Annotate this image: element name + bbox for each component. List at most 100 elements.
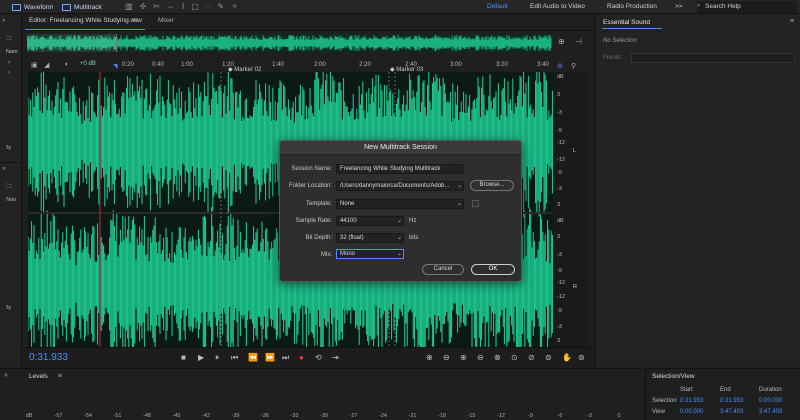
selection-end[interactable]: 0:31.933 (720, 398, 743, 404)
panel-expand-icon[interactable]: » (2, 18, 5, 24)
go-to-start-button[interactable]: ⏮ (231, 353, 238, 363)
chevron-right-icon[interactable]: › (8, 70, 10, 76)
template-checkbox[interactable] (472, 200, 479, 207)
zoom-reset-icon[interactable]: ⊛ (578, 353, 585, 362)
ruler-tick: 0:40 (152, 62, 164, 68)
levels-title[interactable]: Levels (29, 373, 48, 380)
selection-duration[interactable]: 0:00.000 (759, 398, 782, 404)
zoom-in-right-icon[interactable]: ⊜ (545, 353, 552, 362)
marquee-tool-icon[interactable]: ▢ (191, 2, 199, 11)
panel-title[interactable]: Essential Sound (603, 19, 650, 26)
brush-tool-icon[interactable]: ✎ (218, 2, 225, 11)
gain-readout[interactable]: +0 dB (80, 61, 96, 67)
preset-select[interactable] (631, 53, 795, 63)
chevron-down-icon[interactable]: ⌄ (457, 182, 462, 189)
rewind-button[interactable]: ⏪ (248, 353, 258, 362)
pause-button[interactable]: ⏸ (215, 353, 219, 363)
record-button[interactable]: ● (299, 353, 304, 362)
search-help-field[interactable]: ⌕ Search Help (697, 1, 797, 13)
session-name-field[interactable]: Freelancing While Studying Multitrack (336, 164, 464, 174)
tab-mixer[interactable]: Mixer (158, 17, 174, 24)
spectral-icon[interactable]: ▥ (125, 2, 133, 11)
waveform-mode-button[interactable]: Waveform (12, 2, 53, 12)
folder-icon[interactable]: 🗀 (6, 34, 12, 44)
panel-action-icon[interactable]: ⇆ (6, 304, 11, 311)
template-select[interactable]: None (336, 199, 464, 209)
ruler-tick: 2:00 (314, 62, 326, 68)
time-selection-tool-icon[interactable]: I (182, 2, 184, 11)
view-end[interactable]: 3:47.403 (720, 409, 743, 415)
mix-select[interactable]: Mono (336, 249, 404, 259)
db-scale: dB 3 -3 -9 -12 L -12 -9 -3 3 dB 3 -3 -9 … (553, 72, 588, 355)
db-label: -9 (557, 268, 562, 274)
zoom-in-amplitude-icon[interactable]: ⊕ (426, 353, 433, 362)
selection-start[interactable]: 0:31.933 (680, 398, 703, 404)
chevron-down-icon[interactable]: ⌄ (397, 217, 402, 224)
folder-location-select[interactable]: /Users/dannymaiorca/Documents/Adob... (336, 181, 464, 191)
loop-button[interactable]: ⟲ (315, 353, 322, 362)
chevron-right-icon[interactable]: › (8, 60, 10, 66)
marker-pin-icon[interactable]: ⊣ (575, 37, 582, 46)
chevron-down-icon[interactable]: ⌄ (397, 250, 402, 257)
workspace-edit-audio-to-video[interactable]: Edit Audio to Video (530, 3, 585, 10)
slip-tool-icon[interactable]: ⇔ (167, 2, 175, 11)
ruler-tick: 1:40 (272, 62, 284, 68)
channel-l-label[interactable]: L (573, 148, 576, 154)
cancel-button[interactable]: Cancel (422, 264, 464, 275)
gain-icon[interactable]: ◢ (44, 61, 49, 69)
zoom-icon[interactable]: ⊕ (558, 37, 565, 46)
selection-view-title[interactable]: Selection/View (652, 373, 695, 380)
sample-rate-field[interactable]: 44100 (336, 216, 404, 226)
more-workspaces-button[interactable]: >> (675, 3, 683, 10)
panel-menu-icon[interactable]: ≡ (790, 18, 794, 25)
chevron-down-icon[interactable]: ⌄ (457, 200, 462, 207)
panel-expand-icon[interactable]: » (4, 372, 8, 379)
channel-l-button[interactable]: ⊚ (557, 62, 563, 70)
multitrack-mode-button[interactable]: Multitrack (62, 2, 102, 12)
levels-tick: dB (25, 413, 33, 419)
hand-tool-icon[interactable]: ✋ (562, 353, 572, 362)
play-button[interactable]: ▶ (198, 353, 204, 362)
stop-button[interactable]: ■ (181, 353, 186, 362)
overview-view-range[interactable] (27, 34, 117, 52)
panel-action-icon[interactable]: ⇆ (6, 144, 11, 151)
zoom-out-time-icon[interactable]: ⊖ (477, 353, 484, 362)
view-duration[interactable]: 3:47.403 (759, 409, 782, 415)
zoom-out-amplitude-icon[interactable]: ⊖ (443, 353, 450, 362)
bit-depth-select[interactable]: 32 (float) (336, 233, 404, 243)
razor-tool-icon[interactable]: ✂ (153, 2, 160, 11)
waveform-overview[interactable] (27, 34, 552, 52)
channel-r-label[interactable]: R (573, 284, 577, 290)
volume-icon[interactable]: ◖ (64, 61, 68, 68)
browse-button[interactable]: Browse... (470, 180, 514, 191)
current-time-display[interactable]: 0:31.933 (29, 352, 68, 363)
panel-expand-icon[interactable]: » (2, 166, 5, 172)
media-name-column: Non (6, 197, 17, 203)
go-to-end-button[interactable]: ⏭ (282, 353, 289, 363)
chevron-down-icon[interactable]: ⌄ (397, 234, 402, 241)
spot-healing-icon[interactable]: ✧ (231, 2, 238, 11)
levels-tick: -6 (557, 413, 563, 419)
fast-forward-button[interactable]: ⏩ (265, 353, 275, 362)
tab-menu-icon[interactable]: ≡ (133, 17, 137, 24)
skip-button[interactable]: ⇥ (332, 353, 339, 362)
levels-tick: -9 (528, 413, 533, 419)
zoom-in-left-icon[interactable]: ⊘ (528, 353, 535, 362)
hud-icon[interactable]: ▣ (31, 61, 38, 69)
tab-editor[interactable]: Editor: Freelancing While Studying.wav (29, 17, 142, 24)
view-start[interactable]: 0:00.000 (680, 409, 703, 415)
ok-button[interactable]: OK (471, 264, 515, 275)
move-tool-icon[interactable]: ✢ (140, 2, 147, 11)
zoom-selection-icon[interactable]: ⊙ (511, 353, 518, 362)
zoom-in-time-icon[interactable]: ⊕ (460, 353, 467, 362)
lasso-tool-icon[interactable]: ◌ (206, 2, 211, 11)
workspace-default[interactable]: Default (487, 3, 508, 10)
panel-menu-icon[interactable]: ≡ (58, 373, 62, 380)
playhead-indicator-icon[interactable]: ◥ (113, 63, 118, 70)
folder-icon[interactable]: 🗀 (6, 182, 12, 192)
selection-view-panel: Selection/View Start End Duration Select… (645, 368, 800, 420)
channel-pin-icon[interactable]: ⚲ (571, 62, 576, 70)
time-ruler[interactable]: ◢ ▣ ◖ +0 dB 0:20 0:40 1:00 1:20 1:40 2:0… (28, 59, 555, 73)
workspace-radio-production[interactable]: Radio Production (607, 3, 657, 10)
zoom-full-icon[interactable]: ⊗ (494, 353, 501, 362)
